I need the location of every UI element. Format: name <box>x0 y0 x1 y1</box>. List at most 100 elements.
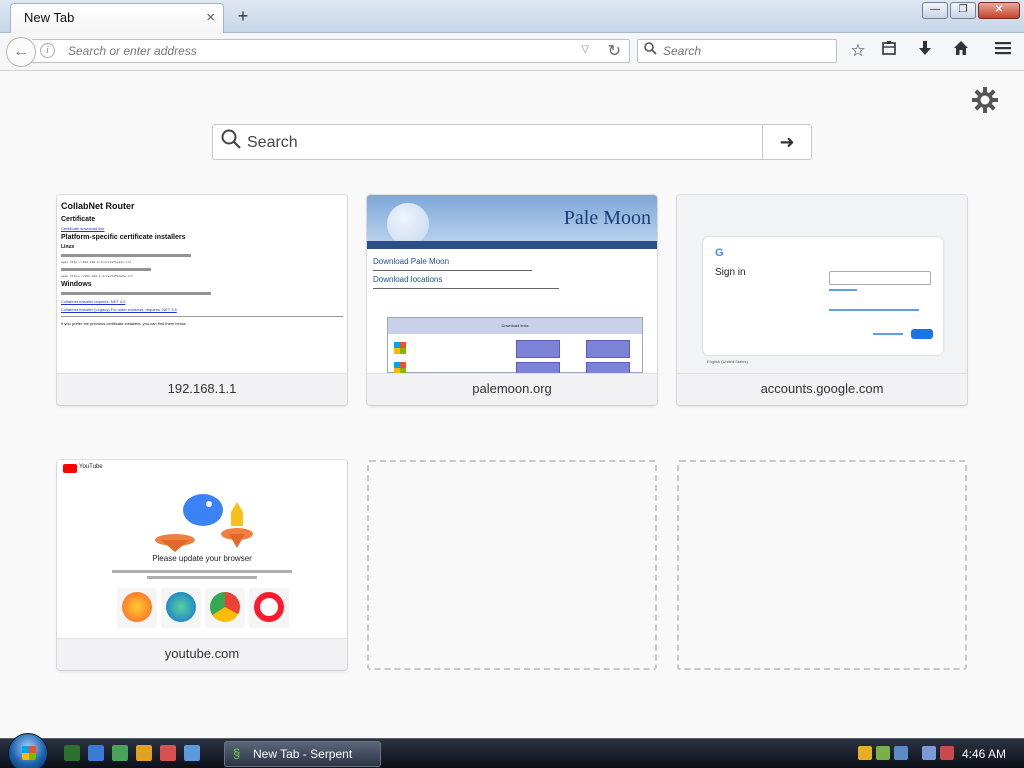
home-icon[interactable] <box>948 38 974 64</box>
tile-label: palemoon.org <box>367 373 657 405</box>
thumb-body: Download Pale Moon ▬▬▬▬▬▬▬▬▬▬▬▬▬▬▬▬▬▬▬▬▬… <box>373 255 651 291</box>
thumb-download-button <box>516 362 560 373</box>
windows-logo-icon <box>22 746 36 760</box>
history-dropdown-icon[interactable]: ▽ <box>581 44 589 55</box>
thumb-divider <box>61 316 343 317</box>
thumb-heading: Sign in <box>715 267 746 278</box>
display-icon[interactable] <box>894 746 908 760</box>
thumb-download-button <box>586 340 630 358</box>
thumb-nav-bar <box>367 241 657 249</box>
new-tab-button[interactable]: + <box>232 5 254 27</box>
show-desktop-icon[interactable] <box>88 745 104 761</box>
thumb-text-line <box>147 576 257 579</box>
search-go-button[interactable]: ➜ <box>762 125 811 159</box>
thumb-next-button <box>911 329 933 339</box>
tile-thumbnail: CollabNet Router Certificate Certificate… <box>57 195 347 373</box>
download-icon[interactable] <box>912 38 938 64</box>
switch-windows-icon[interactable] <box>184 745 200 761</box>
thumb-title: CollabNet Router <box>61 201 135 211</box>
top-site-tile[interactable]: YouTube Please update your browser youtu… <box>57 460 347 670</box>
top-site-tile[interactable]: CollabNet Router Certificate Certificate… <box>57 195 347 405</box>
back-arrow-icon: ← <box>13 43 29 60</box>
window-controls: — ❐ ✕ <box>922 2 1020 19</box>
clock[interactable]: 4:46 AM <box>962 747 1006 761</box>
users-icon[interactable] <box>112 745 128 761</box>
calendar-icon[interactable] <box>160 745 176 761</box>
thumb-heading: Linux <box>61 244 75 250</box>
thumb-text-line: ▬▬▬▬▬▬▬▬▬▬▬▬▬▬▬▬▬▬▬▬▬▬▬▬▬▬▬▬▬▬▬▬▬▬▬▬▬▬▬▬… <box>373 268 532 272</box>
thumb-message: Please update your browser <box>152 554 252 563</box>
thumb-link: Collabnet Installer requires .NET 4.0 <box>61 299 126 304</box>
thumb-link <box>873 333 903 335</box>
tile-label: accounts.google.com <box>677 373 967 405</box>
moon-image <box>387 203 429 245</box>
start-button[interactable] <box>8 733 48 768</box>
thumb-heading: Download locations <box>373 275 443 284</box>
back-button[interactable]: ← <box>6 37 36 67</box>
newtab-search-input[interactable] <box>247 133 747 153</box>
reload-icon[interactable]: ↻ <box>608 41 621 61</box>
empty-tile-slot <box>367 460 657 670</box>
tile-thumbnail: Pale Moon Download Pale Moon ▬▬▬▬▬▬▬▬▬▬▬… <box>367 195 657 373</box>
network-icon[interactable] <box>922 746 936 760</box>
thumb-footer-text: If you prefer the previous certificate i… <box>61 321 186 326</box>
opera-icon <box>249 588 289 628</box>
tab-close-icon[interactable]: × <box>206 9 215 26</box>
minimize-button[interactable]: — <box>922 2 948 19</box>
top-site-tile[interactable]: Pale Moon Download Pale Moon ▬▬▬▬▬▬▬▬▬▬▬… <box>367 195 657 405</box>
search-icon <box>221 129 241 155</box>
close-window-button[interactable]: ✕ <box>978 2 1020 19</box>
library-icon[interactable] <box>876 38 902 64</box>
system-tray: 4:46 AM <box>852 741 1024 767</box>
youtube-logo-icon <box>63 464 77 473</box>
search-icon <box>644 42 657 58</box>
thumb-code-line: open https://192.168.1.1/certificate.crt <box>61 275 134 278</box>
firefox-icon <box>117 588 157 628</box>
thumb-brand: Pale Moon <box>563 207 651 229</box>
menu-icon[interactable] <box>990 38 1016 64</box>
volume-muted-icon[interactable] <box>940 746 954 760</box>
windows-logo-icon <box>394 342 406 354</box>
taskbar: § New Tab - Serpent 4:46 AM <box>0 733 1024 768</box>
serpent-icon: § <box>233 746 241 761</box>
taskbar-window-button[interactable]: § New Tab - Serpent <box>224 741 381 767</box>
empty-tile-slot <box>677 460 967 670</box>
thumb-brand: YouTube <box>79 464 103 470</box>
google-logo-icon: G <box>715 247 724 259</box>
thumb-language: English (United States) <box>707 359 748 364</box>
navigation-toolbar: i ▽ ↻ ← ☆ <box>0 33 1024 71</box>
thumb-code-line: wget http://192.168.1.1/certificate.crt <box>61 261 132 264</box>
url-bar[interactable]: i ▽ ↻ <box>32 39 630 63</box>
search-input[interactable] <box>663 43 831 59</box>
thumb-signin-card: G Sign in <box>703 237 943 355</box>
tile-thumbnail: G Sign in English (United States) <box>677 195 967 373</box>
update-illustration <box>155 494 253 552</box>
tile-thumbnail: YouTube Please update your browser <box>57 460 347 638</box>
windows-logo-icon <box>394 362 406 373</box>
shield-icon[interactable] <box>858 746 872 760</box>
newtab-search-box[interactable]: ➜ <box>212 124 812 160</box>
url-input[interactable] <box>68 42 568 60</box>
star-icon[interactable]: ☆ <box>845 38 871 64</box>
thumb-heading: Platform-specific certificate installers <box>61 234 186 241</box>
tab-title: New Tab <box>24 10 75 25</box>
taskbar-window-label: New Tab - Serpent <box>253 747 353 761</box>
thumb-heading: Windows <box>61 281 92 288</box>
maximize-button[interactable]: ❐ <box>950 2 976 19</box>
search-bar[interactable] <box>637 39 837 63</box>
info-icon[interactable]: i <box>40 43 55 58</box>
thumb-link <box>829 309 919 311</box>
thumb-link: Collabnet Installer (Legacy) For older w… <box>61 307 177 312</box>
thumb-link: Certificate download link <box>61 226 105 231</box>
media-player-icon[interactable] <box>136 745 152 761</box>
thumb-link <box>829 289 857 291</box>
thumb-header: Pale Moon <box>367 195 657 245</box>
top-site-tile[interactable]: G Sign in English (United States) accoun… <box>677 195 967 405</box>
gear-icon[interactable] <box>970 86 1000 116</box>
serpent-quicklaunch-icon[interactable] <box>64 745 80 761</box>
thumb-email-field <box>829 271 931 285</box>
tab-new-tab[interactable]: New Tab × <box>10 3 224 33</box>
thumb-table-header: Download links <box>388 318 642 334</box>
thumb-download-button <box>586 362 630 373</box>
network-check-icon[interactable] <box>876 746 890 760</box>
